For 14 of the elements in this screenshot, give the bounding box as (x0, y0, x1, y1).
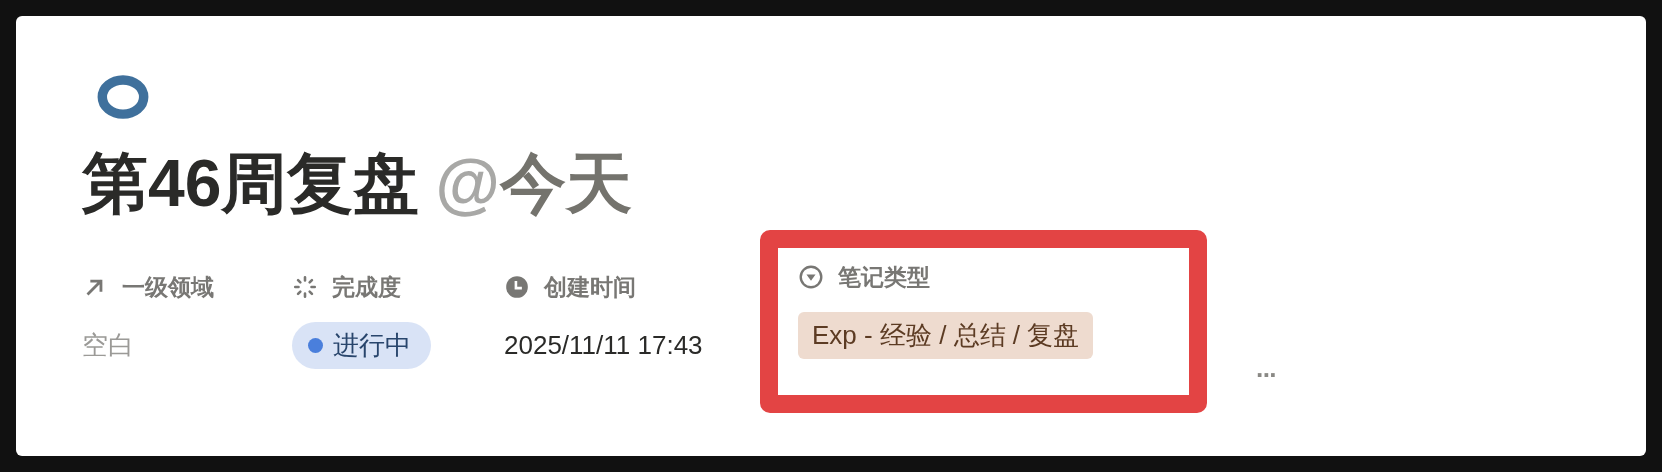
property-label: 笔记类型 (838, 262, 930, 292)
clock-icon (504, 274, 530, 300)
property-label: 完成度 (332, 272, 401, 302)
more-button[interactable]: ··· (1252, 360, 1280, 391)
empty-value[interactable]: 空白 (82, 327, 134, 363)
date-mention[interactable]: @今天 (435, 146, 632, 220)
select-tag[interactable]: Exp - 经验 / 总结 / 复盘 (798, 311, 1094, 359)
property-label: 创建时间 (544, 272, 636, 302)
page-title: 第46周复盘 (82, 146, 420, 220)
date-value: 2025/11/11 17:43 (504, 329, 703, 361)
status-pill[interactable]: 进行中 (292, 321, 431, 369)
spinner-icon (292, 274, 318, 300)
property-label: 一级领域 (122, 272, 214, 302)
dropdown-icon (798, 264, 824, 290)
